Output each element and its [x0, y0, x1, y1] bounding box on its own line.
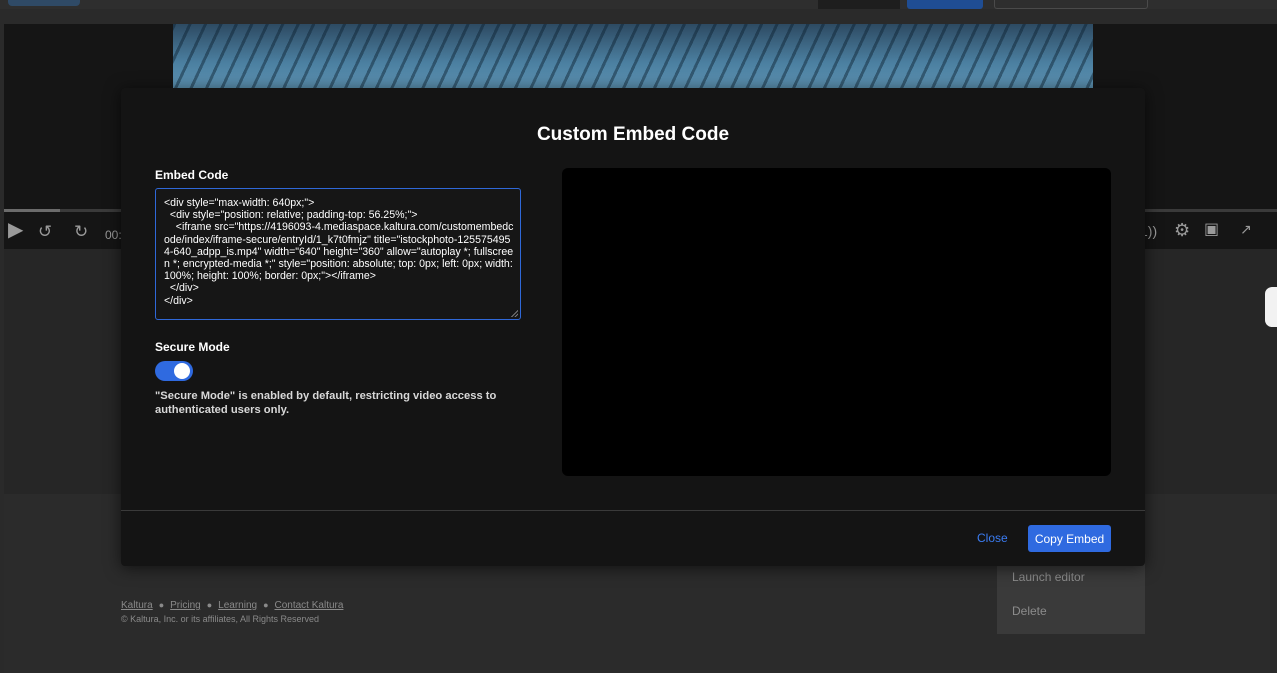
menu-item-delete: Delete: [1012, 604, 1047, 618]
footer-separator: ●: [158, 600, 165, 610]
secure-mode-label: Secure Mode: [155, 340, 230, 354]
play-icon: ▶: [8, 219, 24, 241]
progress-fill: [4, 209, 60, 212]
copy-embed-button[interactable]: Copy Embed: [1028, 525, 1111, 552]
modal-title: Custom Embed Code: [536, 124, 730, 145]
video-thumbnail: [173, 24, 1093, 88]
top-bar-search: [994, 0, 1148, 9]
menu-item-launch-editor: Launch editor: [1012, 570, 1085, 584]
embed-code-textarea[interactable]: <div style="max-width: 640px;"> <div sty…: [155, 188, 521, 320]
embed-code-text: <div style="max-width: 640px;"> <div sty…: [164, 197, 514, 307]
close-button[interactable]: Close: [977, 531, 1008, 545]
secure-mode-toggle[interactable]: [155, 361, 193, 381]
footer-link-kaltura: Kaltura: [121, 600, 153, 611]
picture-in-picture-icon: ▣: [1204, 221, 1220, 238]
actions-menu: Launch editor Delete: [997, 562, 1145, 634]
time-label: 00:: [105, 228, 122, 242]
resize-handle-icon[interactable]: [511, 310, 518, 317]
top-bar-button-dark: [818, 0, 900, 9]
top-bar-logo: [8, 0, 80, 6]
footer-link-learning: Learning: [218, 600, 258, 611]
top-bar: [0, 0, 1277, 9]
rewind-10-icon: ↺: [38, 222, 53, 241]
fullscreen-icon: ↗: [1240, 221, 1252, 237]
footer-links: Kaltura ● Pricing ● Learning ● Contact Kaltura: [121, 600, 343, 611]
footer-link-contact: Contact Kaltura: [274, 600, 344, 611]
footer-copyright: © Kaltura, Inc. or its affiliates, All R…: [121, 614, 320, 624]
side-tab: [1265, 287, 1277, 327]
footer: Kaltura ● Pricing ● Learning ● Contact Kaltura…: [121, 600, 343, 624]
modal-divider: [121, 510, 1145, 511]
custom-embed-modal: Custom Embed Code Embed Code <div style=…: [121, 88, 1145, 566]
embed-preview: [562, 168, 1111, 476]
footer-separator: ●: [263, 600, 269, 610]
footer-link-pricing: Pricing: [170, 600, 201, 611]
embed-code-label: Embed Code: [155, 168, 229, 182]
forward-10-icon: ↻: [74, 222, 89, 241]
footer-separator: ●: [206, 600, 213, 610]
toggle-knob: [174, 363, 190, 379]
top-bar-button-primary: [907, 0, 983, 9]
secure-mode-description: "Secure Mode" is enabled by default, res…: [155, 390, 497, 416]
settings-icon: ⚙: [1174, 220, 1191, 240]
